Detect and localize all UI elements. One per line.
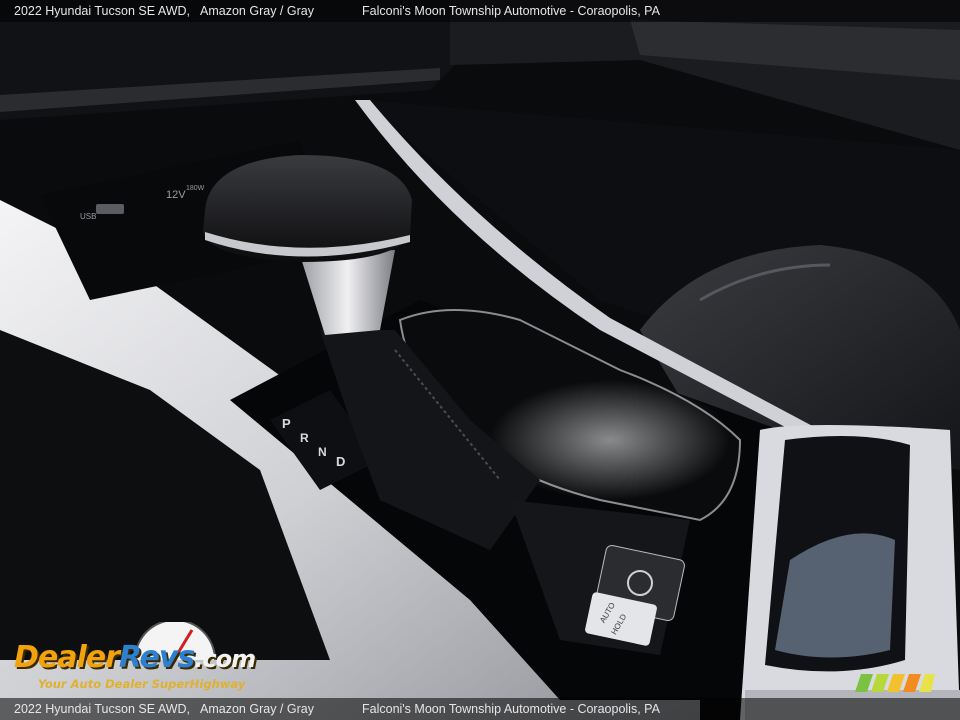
gear-p: P bbox=[282, 416, 291, 431]
caption-bar-bottom: 2022 Hyundai Tucson SE AWD, Amazon Gray /… bbox=[0, 698, 960, 720]
gear-d: D bbox=[336, 454, 345, 469]
caption-color-bottom: Amazon Gray / Gray bbox=[200, 702, 314, 716]
caption-color: Amazon Gray / Gray bbox=[200, 4, 314, 18]
caption-dealer: Falconi's Moon Township Automotive - Cor… bbox=[362, 4, 660, 18]
gear-n: N bbox=[318, 445, 327, 459]
photo-frame: USB 12V 180W P R N D AUTO HOLD 2022 Hyun… bbox=[0, 0, 960, 720]
watermark-brand-part1: Dealer bbox=[14, 640, 120, 675]
center-console-photo: USB 12V 180W P R N D AUTO HOLD bbox=[0, 0, 960, 720]
caption-vehicle-bottom: 2022 Hyundai Tucson SE AWD, bbox=[14, 702, 191, 716]
gear-r: R bbox=[300, 431, 309, 445]
caption-vehicle: 2022 Hyundai Tucson SE AWD, bbox=[14, 4, 191, 18]
watermark-tagline: Your Auto Dealer SuperHighway bbox=[38, 677, 246, 691]
usb-port[interactable] bbox=[96, 204, 124, 214]
watermark-brand: DealerRevs.com bbox=[14, 640, 256, 675]
watermark-brand-part2: Revs bbox=[118, 640, 195, 675]
usb-label: USB bbox=[80, 212, 96, 221]
power-outlet-label: 12V bbox=[166, 189, 186, 201]
dealerrevs-watermark: DealerRevs.com Your Auto Dealer SuperHig… bbox=[10, 622, 270, 694]
caption-vehicle-group: 2022 Hyundai Tucson SE AWD, Amazon Gray /… bbox=[14, 0, 314, 22]
caption-bar-top: 2022 Hyundai Tucson SE AWD, Amazon Gray /… bbox=[0, 0, 960, 22]
power-rating-label: 180W bbox=[186, 185, 205, 192]
watermark-brand-part3: .com bbox=[194, 645, 256, 673]
dealer-corner-logo bbox=[855, 674, 935, 692]
caption-dealer-bottom: Falconi's Moon Township Automotive - Cor… bbox=[362, 702, 660, 716]
caption-vehicle-group-bottom: 2022 Hyundai Tucson SE AWD, Amazon Gray /… bbox=[14, 698, 314, 720]
